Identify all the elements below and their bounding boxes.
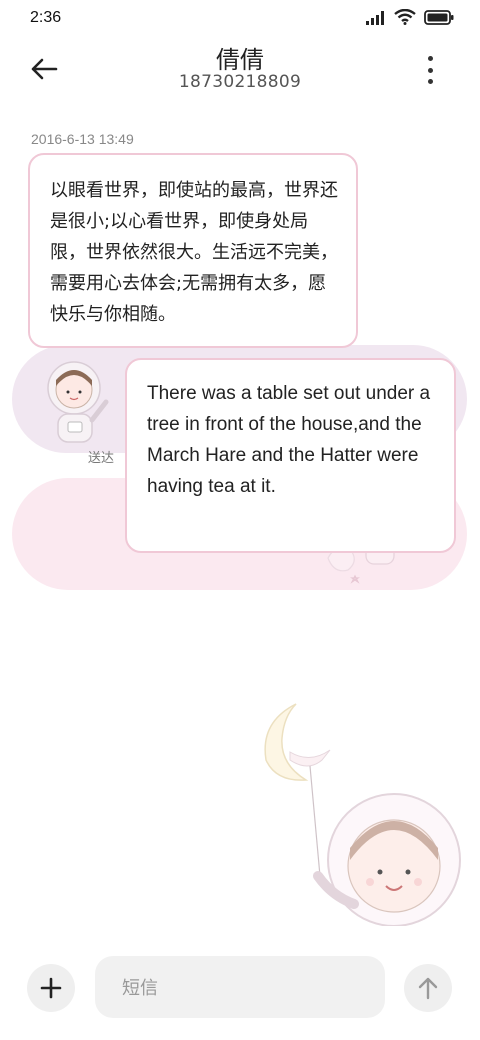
battery-icon <box>424 9 454 29</box>
outgoing-message-bubble[interactable]: There was a table set out under a tree i… <box>125 358 456 553</box>
message-timestamp: 2016-6-13 13:49 <box>31 131 134 147</box>
message-input[interactable]: 短信 <box>95 956 385 1018</box>
message-composer: 短信 <box>0 950 480 1030</box>
more-options-button[interactable] <box>420 56 440 84</box>
astronaut-illustration <box>47 361 109 443</box>
delivery-status: 送达 <box>88 451 115 466</box>
moon-astronaut-illustration <box>258 703 468 935</box>
status-icons <box>366 8 454 29</box>
contact-name: 倩倩 <box>216 46 264 74</box>
contact-phone: 18730218809 <box>178 72 302 92</box>
incoming-message-bubble[interactable]: 以眼看世界，即使站的最高，世界还是很小;以心看世界，即使身处局限，世界依然很大。… <box>28 153 358 348</box>
status-bar: 2:36 <box>0 0 480 38</box>
conversation-header: 倩倩 18730218809 <box>0 38 480 108</box>
status-time: 2:36 <box>30 9 62 26</box>
message-text: 以眼看世界，即使站的最高，世界还是很小;以心看世界，即使身处局限，世界依然很大。… <box>50 180 338 325</box>
signal-icon <box>366 10 386 29</box>
plus-icon <box>40 977 62 999</box>
send-button[interactable] <box>404 964 452 1012</box>
more-vertical-icon <box>427 56 433 61</box>
message-text: There was a table set out under a tree i… <box>147 383 431 497</box>
message-input-placeholder: 短信 <box>122 978 158 999</box>
send-arrow-icon <box>418 977 438 1000</box>
wifi-icon <box>394 8 416 29</box>
add-attachment-button[interactable] <box>27 964 75 1012</box>
